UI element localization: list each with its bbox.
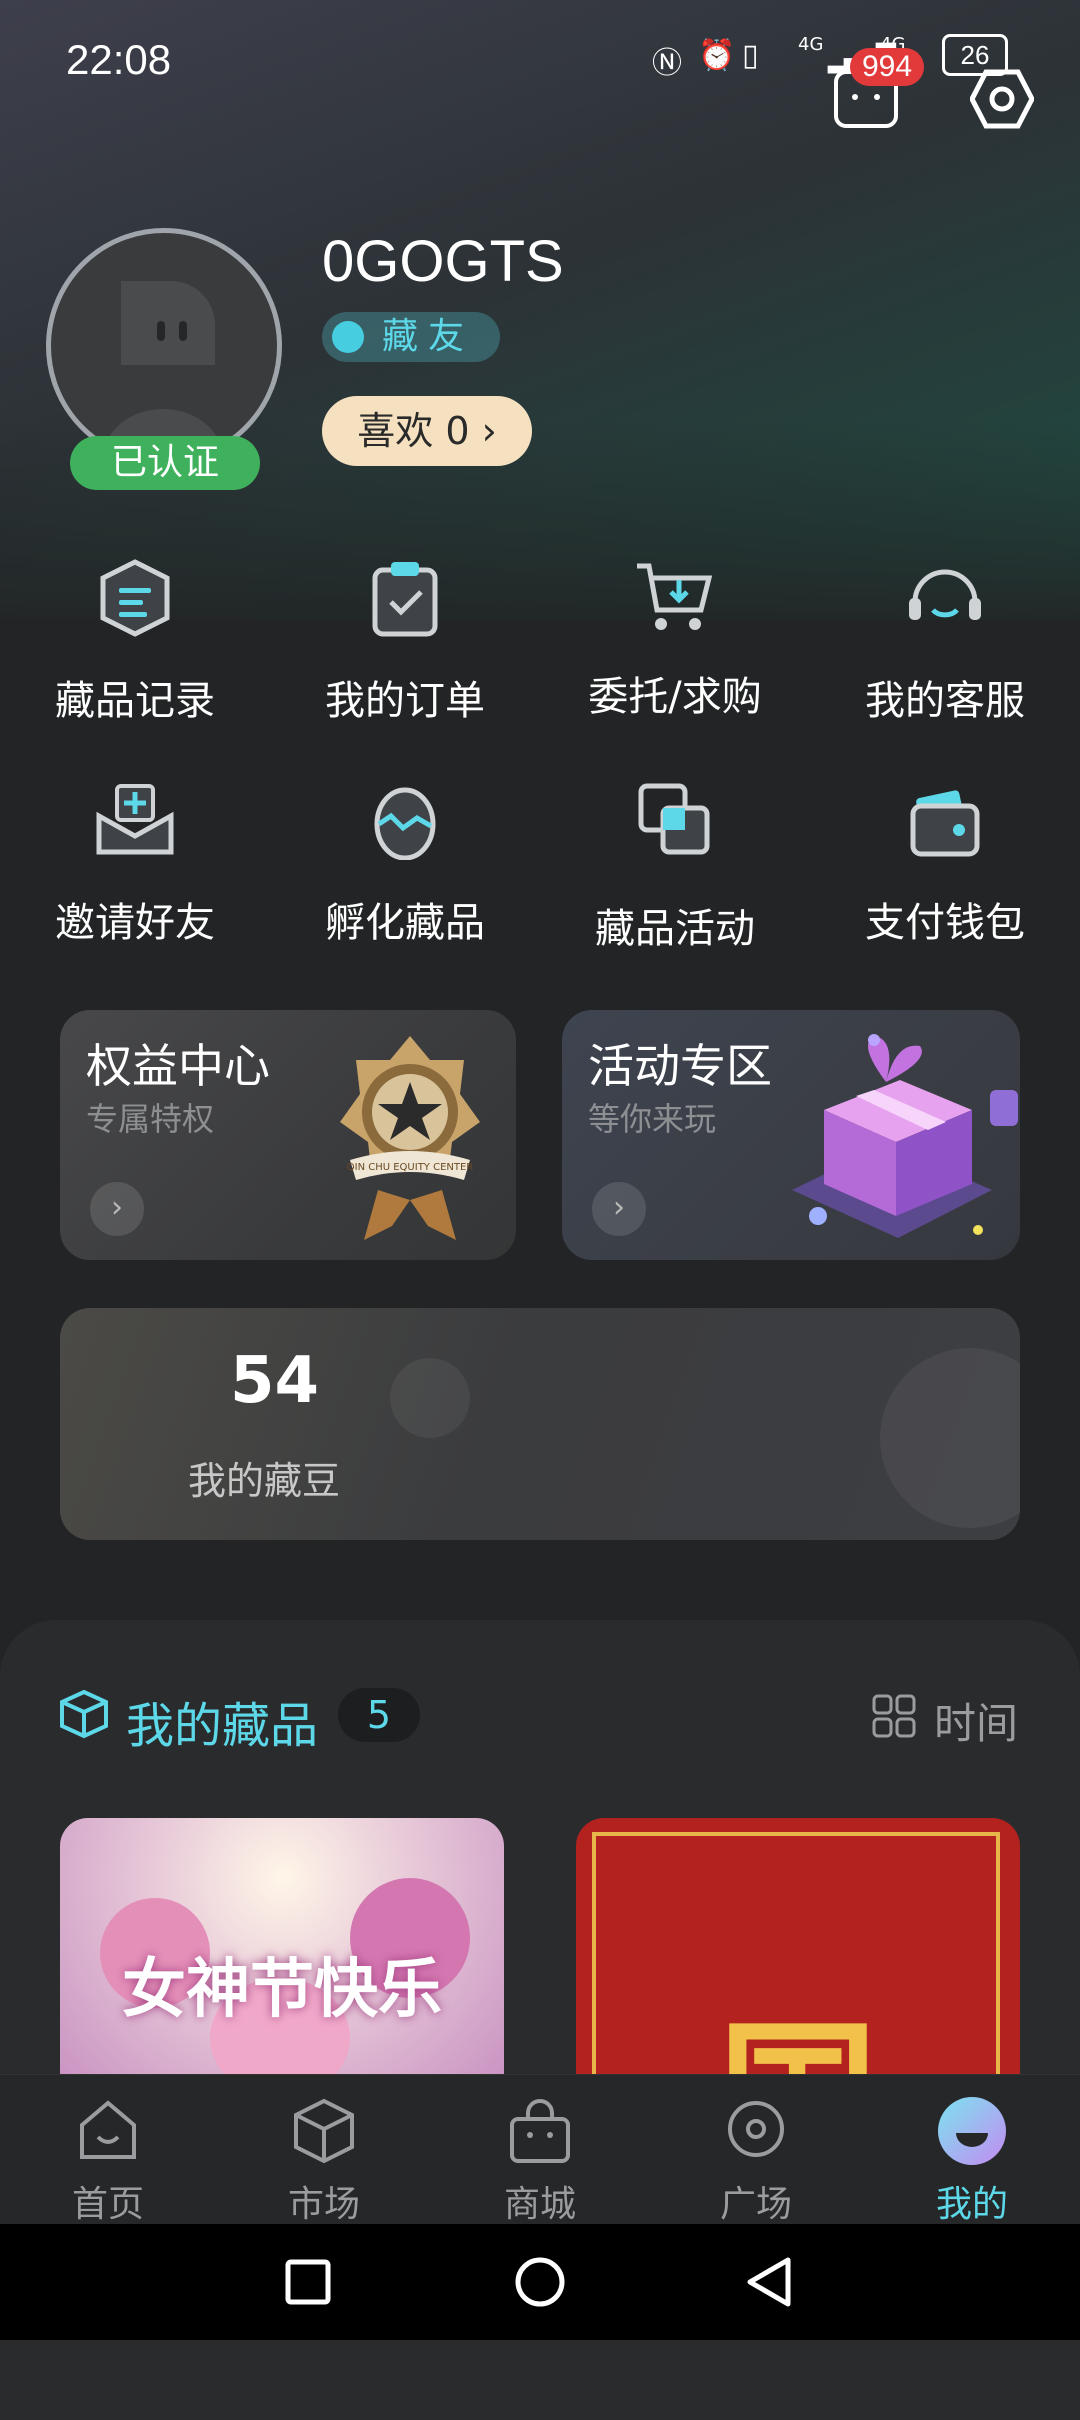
collection-title: 我的藏品 bbox=[126, 1698, 319, 1754]
beans-label: 我的藏豆 bbox=[188, 1459, 341, 1503]
collection-item[interactable]: 国 bbox=[576, 1818, 1020, 2118]
nav-item-market[interactable]: 市场 bbox=[216, 2075, 432, 2225]
cube-icon bbox=[294, 2098, 354, 2164]
equity-card-subtitle: 专属特权 bbox=[86, 1100, 215, 1138]
role-label: 藏友 bbox=[382, 316, 475, 357]
grid-item-label: 藏品记录 bbox=[55, 678, 215, 724]
recents-icon[interactable] bbox=[284, 2258, 332, 2306]
activity-zone-card[interactable]: 活动专区 等你来玩 › bbox=[562, 1010, 1020, 1260]
avatar[interactable] bbox=[46, 228, 282, 464]
nav-label: 商城 bbox=[503, 2184, 576, 2225]
order-clipboard-icon bbox=[372, 562, 438, 637]
likes-count: 0 bbox=[445, 409, 470, 453]
status-time: 22:08 bbox=[66, 36, 172, 83]
cube-icon bbox=[60, 1689, 108, 1739]
nav-item-home[interactable]: 首页 bbox=[0, 2075, 216, 2225]
nav-item-shop[interactable]: 商城 bbox=[432, 2075, 648, 2225]
beans-card[interactable]: 54 我的藏豆 bbox=[60, 1308, 1020, 1540]
nav-label: 首页 bbox=[71, 2184, 144, 2225]
grid-item-incubate[interactable]: 孵化藏品 bbox=[270, 770, 540, 970]
invite-icon bbox=[96, 784, 174, 855]
egg-icon bbox=[374, 787, 436, 860]
collection-record-icon bbox=[100, 559, 170, 637]
likes-button[interactable]: 喜欢 0 › bbox=[322, 396, 532, 466]
beans-count: 54 bbox=[230, 1344, 320, 1418]
sort-button[interactable]: 时间 bbox=[872, 1690, 1022, 1748]
chat-bubble-icon bbox=[728, 2101, 784, 2157]
nav-label: 市场 bbox=[287, 2184, 360, 2225]
grid-item-entrust[interactable]: 委托/求购 bbox=[540, 548, 810, 748]
equity-emblem-text: QIN CHU EQUITY CENTER bbox=[347, 1162, 474, 1173]
network-type-left: 4G bbox=[798, 34, 824, 55]
chevron-right-icon: › bbox=[592, 1182, 646, 1236]
nav-label: 广场 bbox=[719, 2184, 792, 2225]
message-badge: 994 bbox=[850, 48, 925, 86]
nav-item-mine[interactable]: 我的 bbox=[864, 2075, 1080, 2225]
grid-item-label: 邀请好友 bbox=[55, 900, 215, 946]
chevron-right-icon: › bbox=[90, 1182, 144, 1236]
headset-icon bbox=[909, 569, 981, 620]
equity-emblem-icon: QIN CHU EQUITY CENTER bbox=[340, 1036, 480, 1240]
grid-item-label: 孵化藏品 bbox=[325, 900, 485, 946]
settings-icon[interactable] bbox=[970, 66, 1034, 132]
grid-item-invite[interactable]: 邀请好友 bbox=[0, 770, 270, 970]
grid-item-collection-record[interactable]: 藏品记录 bbox=[0, 548, 270, 748]
chevron-right-icon: › bbox=[481, 409, 497, 453]
shopping-bag-icon bbox=[510, 2099, 570, 2163]
equity-center-card[interactable]: 权益中心 专属特权 › QIN CHU EQUITY CENTER bbox=[60, 1010, 516, 1260]
wallet-icon bbox=[910, 790, 980, 857]
grid-item-support[interactable]: 我的客服 bbox=[810, 548, 1080, 748]
home-icon bbox=[80, 2100, 136, 2159]
grid-item-orders[interactable]: 我的订单 bbox=[270, 548, 540, 748]
username: 0GOGTS bbox=[322, 229, 564, 294]
grid-item-wallet[interactable]: 支付钱包 bbox=[810, 770, 1080, 970]
home-circle-icon[interactable] bbox=[514, 2256, 566, 2308]
collection-count: 5 bbox=[338, 1688, 420, 1742]
vibrate-icon: ▯ bbox=[742, 38, 759, 73]
system-nav-bar bbox=[0, 2224, 1080, 2340]
grid-item-label: 我的订单 bbox=[325, 678, 485, 724]
verified-badge: 已认证 bbox=[70, 436, 260, 490]
grid-item-label: 支付钱包 bbox=[865, 900, 1025, 946]
default-avatar-icon bbox=[103, 281, 223, 459]
decor-circle bbox=[390, 1358, 470, 1438]
activity-card-title: 活动专区 bbox=[588, 1039, 772, 1093]
grid-item-label: 我的客服 bbox=[865, 678, 1025, 724]
gift-box-icon bbox=[792, 1034, 1018, 1238]
grid-item-activities[interactable]: 藏品活动 bbox=[540, 770, 810, 970]
bottom-nav: 首页 市场 商城 广场 我的 bbox=[0, 2074, 1080, 2225]
collection-item[interactable]: 女神节快乐 bbox=[60, 1818, 504, 2118]
user-icon bbox=[332, 321, 364, 353]
alarm-icon: ⏰ bbox=[698, 38, 736, 73]
nav-item-plaza[interactable]: 广场 bbox=[648, 2075, 864, 2225]
grid-item-label: 委托/求购 bbox=[588, 674, 762, 720]
likes-label: 喜欢 bbox=[357, 409, 434, 453]
nav-label: 我的 bbox=[935, 2184, 1008, 2225]
activity-card-subtitle: 等你来玩 bbox=[588, 1100, 717, 1138]
profile-face-icon bbox=[938, 2097, 1006, 2165]
equity-card-title: 权益中心 bbox=[86, 1039, 270, 1093]
role-chip: 藏友 bbox=[322, 312, 501, 362]
grid-view-icon bbox=[872, 1694, 916, 1738]
grid-item-label: 藏品活动 bbox=[595, 906, 755, 952]
nfc-icon: Ⓝ bbox=[652, 46, 682, 81]
back-icon[interactable] bbox=[744, 2256, 794, 2308]
layers-icon bbox=[638, 783, 710, 855]
sort-label: 时间 bbox=[934, 1699, 1019, 1748]
cart-icon bbox=[637, 563, 713, 630]
decor-circle bbox=[880, 1348, 1020, 1528]
thumbnail-text: 女神节快乐 bbox=[122, 1953, 442, 2027]
